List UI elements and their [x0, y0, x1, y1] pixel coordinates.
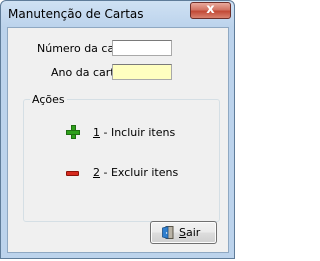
door-exit-icon: [162, 226, 174, 239]
dialog-client-area: Número da carta Ano da carta Ações 1 - I…: [7, 27, 229, 253]
plus-icon: [66, 125, 80, 139]
numero-carta-input[interactable]: [112, 40, 172, 56]
close-icon: x: [206, 2, 215, 17]
excluir-itens-label: 2 - Excluir itens: [93, 166, 179, 179]
window-title: Manutenção de Cartas: [8, 7, 144, 21]
dialog-window: Manutenção de Cartas x Número da carta A…: [0, 0, 235, 259]
ano-carta-input[interactable]: [112, 64, 172, 80]
close-button[interactable]: x: [190, 2, 231, 19]
sair-label: Sair: [179, 226, 201, 239]
incluir-itens-label: 1 - Incluir itens: [93, 126, 176, 139]
acoes-groupbox: [23, 99, 220, 222]
ano-label: Ano da carta: [51, 66, 122, 79]
sair-button[interactable]: Sair: [150, 221, 217, 244]
minus-icon: [66, 171, 79, 176]
acoes-group-title: Ações: [30, 93, 67, 106]
title-bar: Manutenção de Cartas x: [1, 1, 234, 27]
